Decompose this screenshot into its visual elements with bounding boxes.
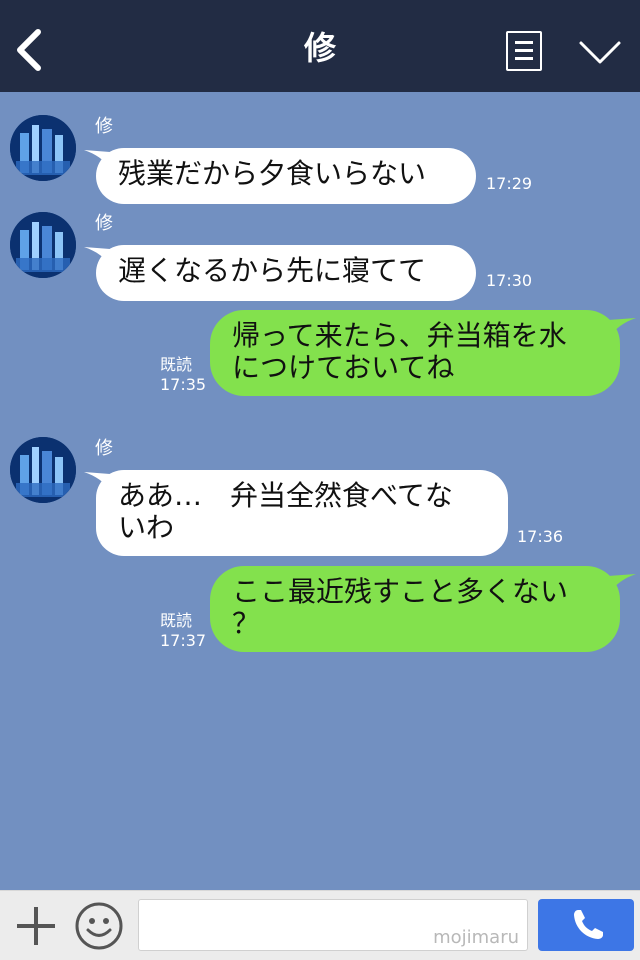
smiley-icon[interactable] (74, 901, 124, 951)
chat-title: 修 (303, 29, 336, 67)
avatar-image (10, 115, 76, 181)
avatar[interactable] (10, 437, 76, 503)
plus-icon[interactable] (15, 905, 57, 947)
avatar-image (10, 212, 76, 278)
message-bubble[interactable]: ああ… 弁当全然食べてな いわ (96, 470, 508, 556)
avatar[interactable] (10, 212, 76, 278)
watermark-text: mojimaru (433, 927, 519, 948)
phone-icon (574, 910, 603, 939)
message-text: 残業だから夕食いらない (118, 157, 427, 190)
notes-icon[interactable] (506, 31, 542, 71)
message-text: ああ… 弁当全然食べてな いわ (118, 479, 453, 544)
chat-area[interactable]: 修 残業だから夕食いらない 17:29 修 遅くなるから先に寝てて 17:30 … (0, 92, 640, 890)
message-text: 帰って来たら、弁当箱を水 につけておいてね (232, 319, 567, 384)
read-label: 既読 (160, 355, 193, 374)
avatar[interactable] (10, 115, 76, 181)
message-time: 17:36 (517, 527, 564, 546)
avatar-image (10, 437, 76, 503)
message-time: 17:29 (486, 174, 533, 193)
message-text: 遅くなるから先に寝てて (118, 254, 427, 287)
read-receipt: 既読 17:35 (160, 355, 206, 395)
chevron-down-icon[interactable] (578, 38, 622, 66)
call-button[interactable] (538, 899, 634, 951)
message-bubble[interactable]: ここ最近残すこと多くない ？ (210, 566, 620, 652)
message-input[interactable]: mojimaru (138, 899, 528, 951)
message-bubble[interactable]: 帰って来たら、弁当箱を水 につけておいてね (210, 310, 620, 396)
message-time: 17:30 (486, 271, 533, 290)
sender-name: 修 (95, 213, 113, 234)
sender-name: 修 (95, 438, 113, 459)
message-time: 17:35 (160, 375, 207, 394)
read-label: 既読 (160, 611, 193, 630)
input-bar: mojimaru (0, 890, 640, 960)
read-receipt: 既読 17:37 (160, 611, 206, 651)
chat-header: 修 (0, 0, 640, 92)
message-time: 17:37 (160, 631, 207, 650)
sender-name: 修 (95, 116, 113, 137)
message-bubble[interactable]: 遅くなるから先に寝てて (96, 245, 476, 301)
message-text: ここ最近残すこと多くない ？ (232, 575, 569, 640)
message-bubble[interactable]: 残業だから夕食いらない (96, 148, 476, 204)
